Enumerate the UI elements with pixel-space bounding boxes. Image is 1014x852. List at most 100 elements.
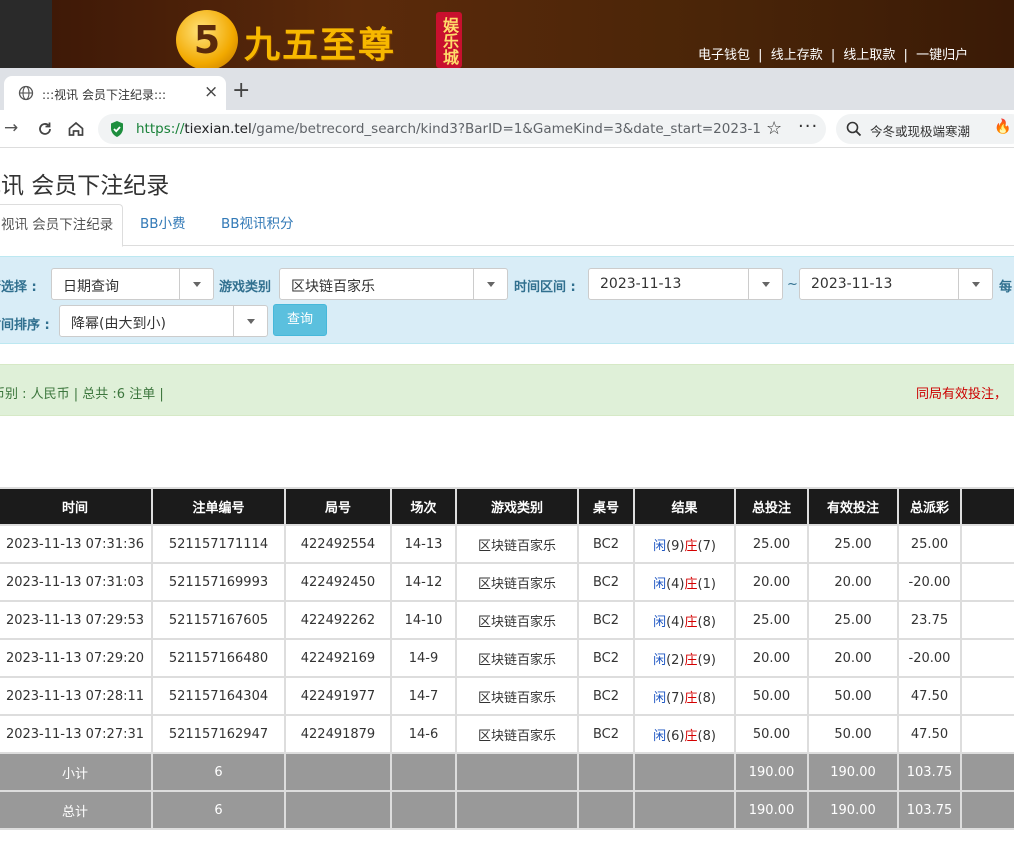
result-player: 闲 xyxy=(653,538,667,554)
result-banker-points: (8) xyxy=(697,728,716,744)
plus-icon[interactable]: + xyxy=(232,78,250,103)
logo-text: 九五至尊 xyxy=(244,24,397,66)
range-separator: ~ xyxy=(787,277,798,292)
tab-live-bet-records[interactable]: 视讯 会员下注纪录 xyxy=(0,204,123,247)
cell-game-type: 区块链百家乐 xyxy=(455,714,579,754)
chevron-down-icon xyxy=(958,269,992,299)
date-end-select[interactable]: 2023-11-13 xyxy=(799,268,993,300)
back-icon[interactable]: → xyxy=(4,118,18,138)
cell-valid-bet: 20.00 xyxy=(807,562,899,602)
game-type-select[interactable]: 区块链百家乐 xyxy=(279,268,508,300)
cell-bet-id: 521157166480 xyxy=(151,638,286,678)
cell-game-type: 区块链百家乐 xyxy=(455,600,579,640)
footer-payout: 103.75 xyxy=(897,790,962,830)
result-player: 闲 xyxy=(653,576,667,592)
cell-game-type: 区块链百家乐 xyxy=(455,562,579,602)
cell-round: 422492262 xyxy=(284,600,392,640)
result-player: 闲 xyxy=(653,690,667,706)
tab-label: BB小费 xyxy=(140,216,186,232)
cell-result[interactable]: 闲(4)庄(1) xyxy=(633,562,736,602)
footer-label: 小计 xyxy=(0,752,153,792)
cell-result[interactable]: 闲(2)庄(9) xyxy=(633,638,736,678)
cell-game-type: 区块链百家乐 xyxy=(455,638,579,678)
query-type-select[interactable]: 日期查询 xyxy=(51,268,214,300)
footer-count: 6 xyxy=(151,752,286,792)
cell-time: 2023-11-13 07:28:11 xyxy=(0,676,153,716)
result-banker: 庄 xyxy=(684,614,698,630)
cell-payout: 25.00 xyxy=(897,524,962,564)
cell-session: 14-9 xyxy=(390,638,457,678)
cell-total-bet[interactable]: 50.00 xyxy=(734,714,809,754)
cell-total-bet[interactable]: 25.00 xyxy=(734,524,809,564)
tab-bb-tips[interactable]: BB小费 xyxy=(140,204,186,246)
link-withdraw[interactable]: 线上取款 xyxy=(843,48,895,63)
table-row: 2023-11-13 07:28:11 521157164304 422491977… xyxy=(0,676,1014,716)
more-icon[interactable]: ··· xyxy=(798,116,818,137)
cell-total-bet[interactable]: 50.00 xyxy=(734,676,809,716)
cell-extra xyxy=(960,524,1014,564)
url-input[interactable]: https://tiexian.tel/game/betrecord_searc… xyxy=(98,114,826,144)
cell-payout: 23.75 xyxy=(897,600,962,640)
cell-bet-id: 521157164304 xyxy=(151,676,286,716)
cell-bet-id: 521157169993 xyxy=(151,562,286,602)
footer-empty xyxy=(455,790,579,830)
subtotal-row: 小计 6 190.00 190.00 103.75 xyxy=(0,752,1014,792)
search-input[interactable]: 今冬或现极端寒潮 🔥 xyxy=(836,114,1014,144)
summary-currency-count: 币别 : 人民币 | 总共 :6 注单 | xyxy=(0,387,164,402)
result-banker-points: (9) xyxy=(697,652,716,668)
cell-result[interactable]: 闲(4)庄(8) xyxy=(633,600,736,640)
reload-icon[interactable] xyxy=(36,120,54,138)
banner-sep: | xyxy=(903,48,908,63)
browser-tab[interactable]: :::视讯 会员下注纪录::: × xyxy=(4,76,226,110)
cell-extra xyxy=(960,600,1014,640)
url-text: https://tiexian.tel/game/betrecord_searc… xyxy=(136,121,760,137)
star-icon[interactable]: ☆ xyxy=(766,118,782,139)
choose-label: 请选择 : xyxy=(0,280,37,295)
cell-session: 14-12 xyxy=(390,562,457,602)
cell-session: 14-7 xyxy=(390,676,457,716)
cell-result[interactable]: 闲(7)庄(8) xyxy=(633,676,736,716)
cell-result[interactable]: 闲(6)庄(8) xyxy=(633,714,736,754)
result-player-points: (2) xyxy=(666,652,685,668)
footer-payout: 103.75 xyxy=(897,752,962,792)
cell-payout: 47.50 xyxy=(897,714,962,754)
cell-session: 14-6 xyxy=(390,714,457,754)
col-payout: 总派彩 xyxy=(897,487,962,526)
tab-label: BB视讯积分 xyxy=(221,216,294,232)
footer-label: 总计 xyxy=(0,790,153,830)
page-title: 视讯 会员下注纪录 xyxy=(0,173,170,199)
cell-bet-id: 521157171114 xyxy=(151,524,286,564)
result-player-points: (6) xyxy=(666,728,685,744)
date-start-select[interactable]: 2023-11-13 xyxy=(588,268,783,300)
cell-total-bet[interactable]: 20.00 xyxy=(734,638,809,678)
close-icon[interactable]: × xyxy=(204,82,218,102)
cell-payout: -20.00 xyxy=(897,562,962,602)
cell-payout: -20.00 xyxy=(897,638,962,678)
footer-empty xyxy=(633,752,736,792)
result-player: 闲 xyxy=(653,614,667,630)
cell-total-bet[interactable]: 25.00 xyxy=(734,600,809,640)
query-button[interactable]: 查询 xyxy=(273,304,327,336)
cell-extra xyxy=(960,638,1014,678)
result-banker: 庄 xyxy=(684,690,698,706)
globe-icon xyxy=(18,85,34,101)
url-domain: tiexian.tel xyxy=(184,121,252,137)
sort-select[interactable]: 降幂(由大到小) xyxy=(59,305,268,337)
result-banker-points: (8) xyxy=(697,690,716,706)
link-e-wallet[interactable]: 电子钱包 xyxy=(698,48,750,63)
cell-time: 2023-11-13 07:31:36 xyxy=(0,524,153,564)
footer-count: 6 xyxy=(151,790,286,830)
cell-result[interactable]: 闲(9)庄(7) xyxy=(633,524,736,564)
cell-total-bet[interactable]: 20.00 xyxy=(734,562,809,602)
home-icon[interactable] xyxy=(67,120,85,138)
tab-bb-live-points[interactable]: BB视讯积分 xyxy=(221,204,294,246)
cell-session: 14-10 xyxy=(390,600,457,640)
cell-time: 2023-11-13 07:29:53 xyxy=(0,600,153,640)
result-player: 闲 xyxy=(653,728,667,744)
bet-records-table: 时间 注单编号 局号 场次 游戏类别 桌号 结果 总投注 有效投注 总派彩 20… xyxy=(0,487,1014,830)
col-result: 结果 xyxy=(633,487,736,526)
link-one-click-return[interactable]: 一键归户 xyxy=(916,48,968,63)
link-deposit[interactable]: 线上存款 xyxy=(771,48,823,63)
sort-label: 时间排序 : xyxy=(0,318,50,333)
cell-valid-bet: 50.00 xyxy=(807,714,899,754)
